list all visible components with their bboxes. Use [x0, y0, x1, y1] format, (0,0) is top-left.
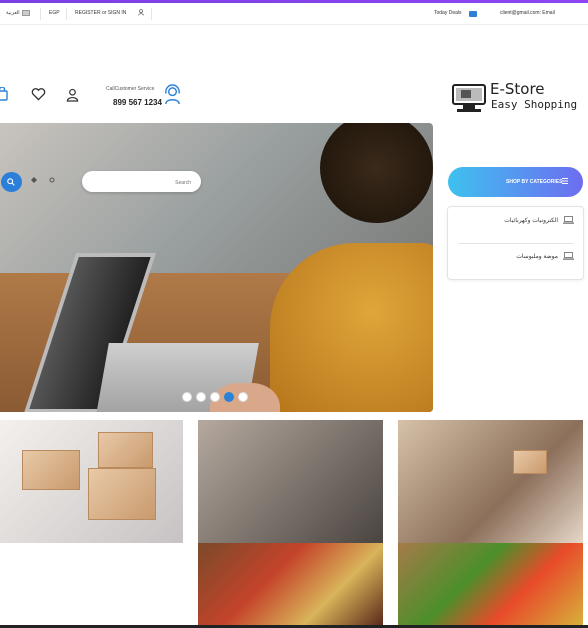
flag-icon	[21, 10, 30, 16]
or-text: or	[101, 10, 107, 16]
logo-subtitle: Easy Shopping	[491, 98, 578, 111]
slider-dot[interactable]	[238, 392, 248, 402]
search-input[interactable]	[82, 172, 201, 194]
divider	[40, 8, 41, 20]
site-logo[interactable]: E-Store Easy Shopping	[451, 80, 583, 117]
category-label: موضة وملبوسات	[516, 254, 558, 260]
logo-title: E-Store	[490, 80, 545, 98]
shop-by-categories-button[interactable]: SHOP BY CATEGORIES	[448, 167, 583, 197]
slider-dot[interactable]	[182, 392, 192, 402]
slider-dots	[182, 392, 248, 402]
language-label: العربية	[6, 10, 20, 16]
customer-service-label: CallCustomer Service	[106, 86, 155, 92]
today-deals-link[interactable]: Today Deals	[434, 10, 462, 16]
promo-image-box	[88, 468, 156, 520]
auth-links: REGISTER or SIGN IN	[75, 10, 126, 16]
mail-icon	[469, 11, 477, 17]
promo-tile-cart-laptop[interactable]	[398, 420, 583, 543]
heart-icon[interactable]	[31, 87, 46, 101]
promo-tile-laptop[interactable]	[198, 420, 383, 543]
shop-by-categories-label: SHOP BY CATEGORIES	[506, 179, 563, 185]
promo-tile-vegetables[interactable]	[398, 543, 583, 625]
promo-image-box	[98, 432, 153, 468]
cart-icon[interactable]	[0, 87, 8, 101]
search-icon	[7, 178, 15, 186]
nav-arrow-icon[interactable]	[49, 177, 55, 185]
promo-image-box	[22, 450, 80, 490]
search-button[interactable]	[1, 172, 22, 192]
user-icon[interactable]	[138, 9, 144, 16]
email-text: client@gmail.com: Email	[500, 10, 555, 16]
store-logo-icon	[452, 84, 486, 112]
site-header: CallCustomer Service 899 567 1234 E-Stor…	[0, 25, 588, 120]
hero-image-hair	[320, 123, 433, 223]
slider-dot-active[interactable]	[224, 392, 234, 402]
categories-panel: الكترونيات وكهربائيات موضة وملبوسات	[447, 206, 584, 280]
promo-tile-groceries[interactable]	[198, 543, 383, 625]
divider	[151, 8, 152, 20]
customer-service-phone[interactable]: 899 567 1234	[113, 98, 162, 107]
category-item-fashion[interactable]: موضة وملبوسات	[458, 250, 574, 264]
account-icon[interactable]	[66, 88, 79, 102]
category-divider	[458, 243, 574, 244]
promo-image-box	[513, 450, 547, 474]
slider-dot[interactable]	[196, 392, 206, 402]
category-item-electronics[interactable]: الكترونيات وكهربائيات	[458, 214, 574, 228]
top-bar: العربية EGP REGISTER or SIGN IN Today De…	[0, 3, 588, 25]
register-link[interactable]: REGISTER	[75, 10, 101, 16]
slider-dot[interactable]	[210, 392, 220, 402]
language-switcher[interactable]: العربية	[6, 10, 30, 16]
menu-icon	[562, 178, 568, 184]
nav-arrow-icon[interactable]	[31, 177, 37, 185]
hero-image-sweater	[270, 243, 433, 412]
currency-selector[interactable]: EGP	[49, 10, 60, 16]
hero-slider[interactable]	[0, 123, 433, 412]
divider	[66, 8, 67, 20]
promo-tile-boxes[interactable]	[0, 420, 183, 543]
headset-icon	[165, 84, 180, 105]
laptop-icon	[563, 216, 574, 224]
search-field[interactable]	[82, 171, 201, 194]
signin-link[interactable]: SIGN IN	[108, 10, 127, 16]
category-label: الكترونيات وكهربائيات	[504, 218, 558, 224]
laptop-icon	[563, 252, 574, 260]
